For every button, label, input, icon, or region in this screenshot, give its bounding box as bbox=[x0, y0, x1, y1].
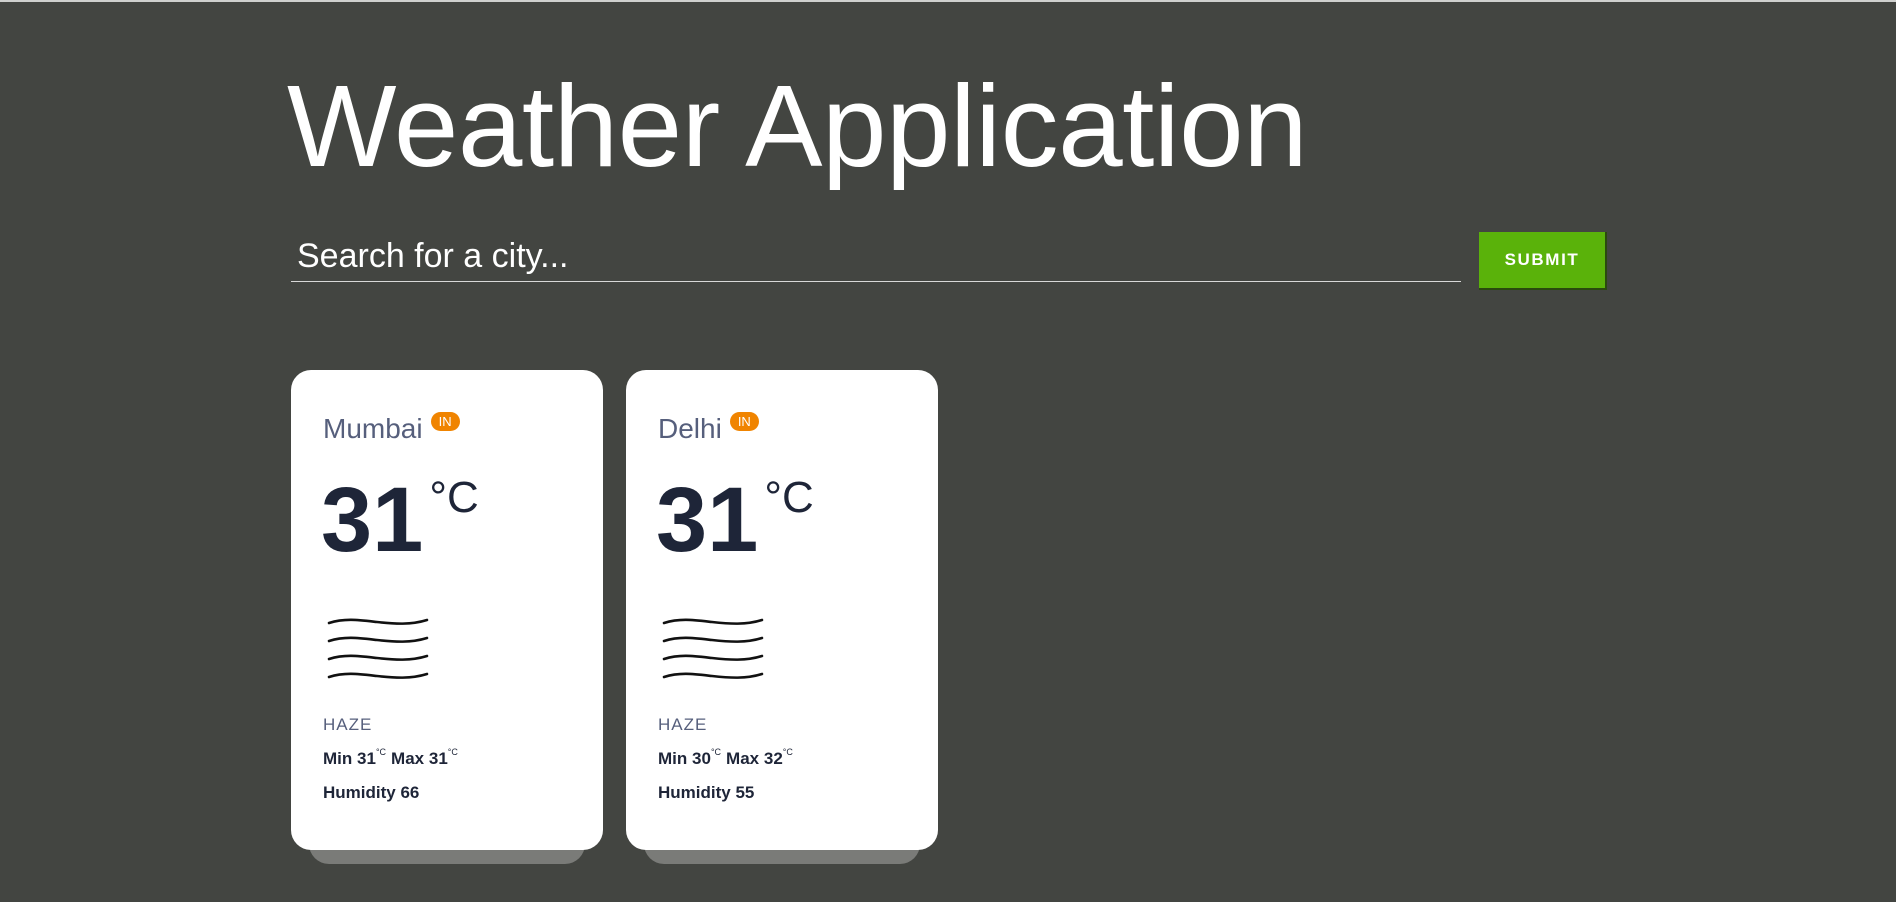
top-border bbox=[0, 0, 1896, 2]
min-unit: °C bbox=[710, 747, 722, 757]
max-label: Max bbox=[726, 749, 760, 768]
haze-icon bbox=[662, 618, 764, 679]
min-label: Min bbox=[323, 749, 353, 768]
max-label: Max bbox=[391, 749, 425, 768]
city-name: Mumbai bbox=[323, 413, 423, 444]
max-value: 31 bbox=[428, 749, 448, 768]
country-badge: IN bbox=[430, 412, 460, 431]
min-max-temperature: Min 30°C Max 32°C bbox=[658, 747, 798, 769]
min-value: 30 bbox=[692, 749, 711, 768]
min-max-temperature: Min 31°C Max 31°C bbox=[323, 747, 463, 769]
submit-button[interactable]: SUBMIT bbox=[1479, 232, 1607, 290]
humidity: Humidity 55 bbox=[658, 783, 754, 803]
humidity-value: 55 bbox=[735, 783, 755, 802]
city-card: Mumbai IN 31 °C HAZE Min 31°C Max 31°C H… bbox=[291, 370, 603, 850]
humidity: Humidity 66 bbox=[323, 783, 419, 803]
max-unit: °C bbox=[447, 747, 458, 757]
temperature-value: 31 bbox=[321, 469, 424, 571]
min-value: 31 bbox=[357, 749, 376, 768]
min-unit: °C bbox=[375, 747, 387, 757]
max-value: 32 bbox=[763, 749, 783, 768]
weather-condition: HAZE bbox=[658, 715, 708, 734]
city-header: Mumbai IN bbox=[323, 412, 460, 444]
humidity-label: Humidity bbox=[323, 783, 396, 802]
temperature: 31 °C bbox=[656, 474, 814, 566]
city-card-delhi-wrapper: Delhi IN 31 °C HAZE Min 30°C Max 32°C Hu… bbox=[626, 370, 938, 864]
temperature-unit: °C bbox=[429, 473, 479, 522]
city-card: Delhi IN 31 °C HAZE Min 30°C Max 32°C Hu… bbox=[626, 370, 938, 850]
city-header: Delhi IN bbox=[658, 412, 759, 444]
max-unit: °C bbox=[782, 747, 793, 757]
search-input[interactable] bbox=[291, 232, 1461, 282]
search-form: SUBMIT bbox=[291, 232, 1611, 290]
humidity-value: 66 bbox=[400, 783, 420, 802]
city-card-mumbai-wrapper: Mumbai IN 31 °C HAZE Min 31°C Max 31°C H… bbox=[291, 370, 603, 864]
city-name: Delhi bbox=[658, 413, 722, 444]
weather-condition: HAZE bbox=[323, 715, 373, 734]
min-label: Min bbox=[658, 749, 688, 768]
humidity-label: Humidity bbox=[658, 783, 731, 802]
temperature-unit: °C bbox=[764, 473, 814, 522]
temperature: 31 °C bbox=[321, 474, 479, 566]
page-title: Weather Application bbox=[287, 61, 1308, 191]
temperature-value: 31 bbox=[656, 469, 759, 571]
haze-icon bbox=[327, 618, 429, 679]
country-badge: IN bbox=[729, 412, 759, 431]
